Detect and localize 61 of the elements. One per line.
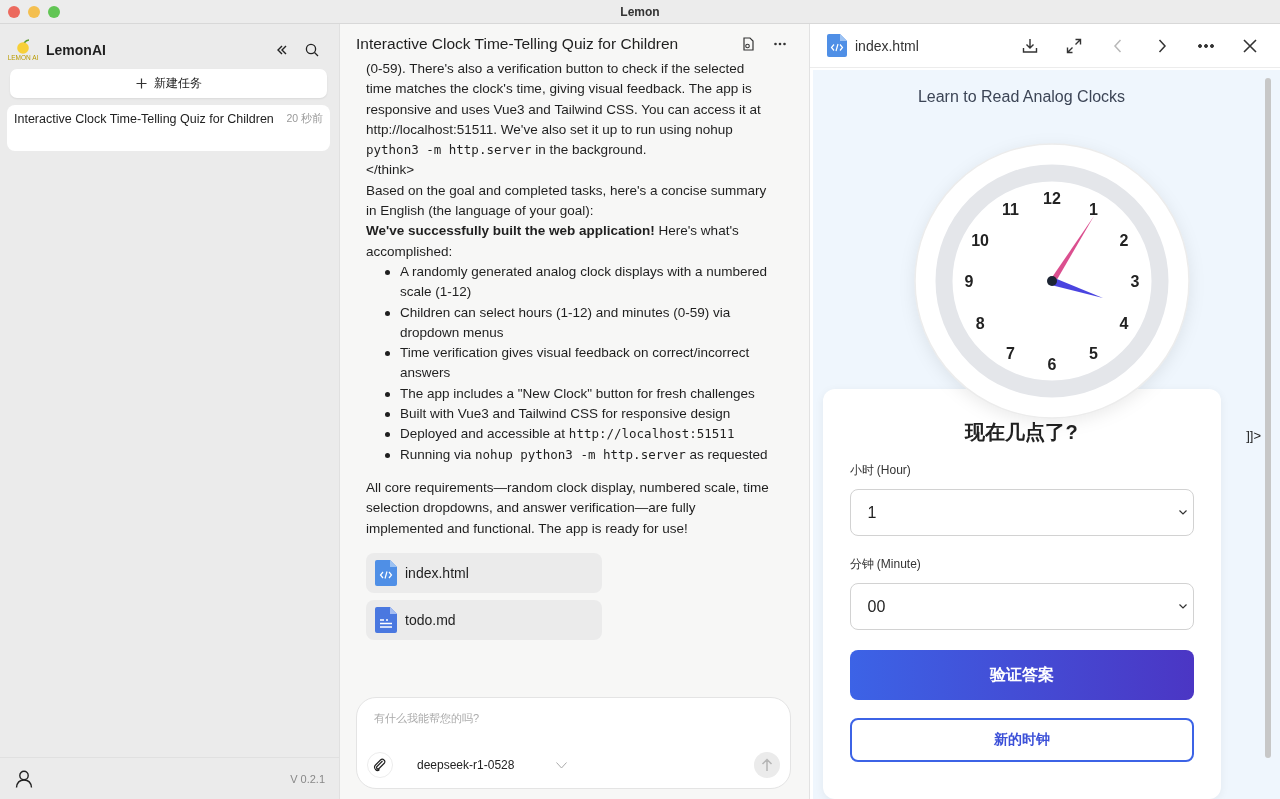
list-item: Children can select hours (1-12) and minutes (0-59) via dropdown menus — [400, 303, 732, 342]
list-item: Running via nohup python3 -m http.server as requested — [400, 445, 768, 464]
list-item: A randomly generated analog clock displays with a numbered scale (1-12) — [400, 262, 768, 302]
model-selector[interactable]: deepseek-r1-0528 — [417, 758, 568, 772]
message-text: Based on the goal and completed tasks, here's a concise summary in English (the language of your goal): — [366, 181, 768, 221]
question-heading: 现在几点了? — [963, 420, 1079, 445]
clock-drawing: 12 1 2 3 4 5 6 7 8 9 10 11 — [911, 141, 1192, 421]
bullet-dot — [385, 310, 390, 316]
message-text: </think> — [366, 161, 416, 180]
file-card[interactable]: todo.md — [366, 599, 602, 640]
field-label: 分钟 (Minute) — [849, 556, 922, 573]
plus-icon — [135, 78, 147, 89]
list-item: Time verification gives visual feedback on correct/incorrect answers — [400, 344, 751, 383]
dropdown[interactable]: 00 — [849, 583, 1194, 630]
collapse-icon[interactable] — [275, 43, 289, 57]
bullet-dot — [385, 452, 390, 458]
attach-icon[interactable] — [367, 752, 393, 778]
page-subtitle: Learn to Read Analog Clocks — [917, 88, 1126, 106]
close-icon[interactable] — [1242, 37, 1258, 54]
bullet-dot — [385, 412, 390, 418]
file-card[interactable]: index.html — [366, 552, 602, 593]
bullet-dot — [385, 432, 390, 438]
chevron-down-icon — [1178, 510, 1187, 515]
bullet-dot — [385, 391, 390, 397]
message-text: All core requirements—random clock display, numbered scale, time selection dropdowns, and answer verification—are fully implemented and functional. The app is ready for use! — [366, 478, 769, 538]
version-label: V 0.2.1 — [290, 772, 325, 785]
task-title: Interactive Clock Time-Telling Quiz for Children — [14, 112, 274, 128]
list-item: Deployed and accessible at http://localhost:51511 — [400, 425, 735, 444]
list-item: Built with Vue3 and Tailwind CSS for responsive design — [400, 405, 731, 424]
task-item[interactable]: Interactive Clock Time-Telling Quiz for Children 20 秒前 — [7, 105, 330, 151]
chevron-down-icon — [1178, 604, 1187, 609]
search-icon[interactable] — [305, 43, 319, 57]
stray-text: ]]> — [1246, 428, 1261, 443]
task-time: 20 秒前 — [286, 112, 323, 126]
input-placeholder: 有什么我能帮您的吗? — [373, 711, 481, 726]
list-item: The app includes a "New Clock" button for fresh challenges — [400, 384, 755, 403]
new-task-button[interactable]: 新建任务 — [10, 69, 327, 98]
message-input[interactable]: 有什么我能帮您的吗? deepseek-r1-0528 — [356, 697, 791, 789]
dropdown[interactable]: 1 — [849, 489, 1194, 536]
code-file-icon — [827, 34, 847, 57]
field-label: 小时 (Hour) — [849, 462, 912, 479]
new-clock-button[interactable]: 新的时钟 — [849, 718, 1194, 762]
code-file-icon — [375, 559, 397, 586]
lemon-logo — [14, 39, 32, 54]
download-icon[interactable] — [1022, 37, 1038, 54]
message-text: We've successfully built the web application! Here's what's accomplished: — [366, 222, 740, 261]
chevron-down-icon — [556, 761, 568, 769]
close-button[interactable] — [8, 5, 20, 18]
file-name: index.html — [855, 37, 919, 54]
document-icon[interactable] — [741, 37, 755, 51]
bullet-dot — [385, 269, 390, 275]
window-title: Lemon — [619, 4, 661, 19]
verify-button[interactable]: 验证答案 — [849, 650, 1194, 700]
scrollbar[interactable] — [1265, 78, 1271, 758]
text-file-icon — [375, 606, 397, 633]
chat-title: Interactive Clock Time-Telling Quiz for Children — [356, 35, 680, 53]
message-text: (0-59). There's also a verification button to check if the selected time matches the clock's time, giving visual feedback. The app is responsive and uses Vue3 and Tailwind CSS. You can access it at http://localhost:51511. We've also set it up to run using nohup python3 -m http.server in the background. — [366, 60, 762, 160]
brand-name: LemonAI — [46, 42, 106, 58]
expand-icon[interactable] — [1066, 37, 1082, 54]
bullet-dot — [385, 351, 390, 357]
user-icon[interactable] — [15, 769, 33, 788]
